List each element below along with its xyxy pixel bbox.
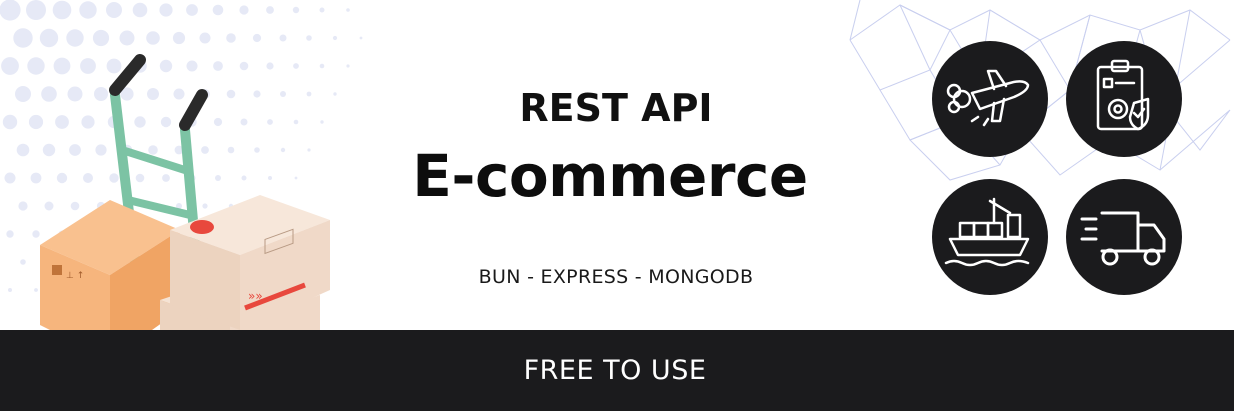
footer-label: FREE TO USE: [523, 355, 707, 386]
delivery-truck-icon: [1066, 179, 1182, 295]
footer-bar: FREE TO USE: [0, 330, 1234, 411]
tech-stack-label: BUN - EXPRESS - MONGODB: [478, 266, 754, 288]
svg-text:»»: »»: [248, 289, 263, 303]
page-subtitle: REST API: [519, 86, 713, 130]
page-title: E-commerce: [412, 142, 808, 210]
checklist-gear-icon: [1066, 41, 1182, 157]
svg-text:⊥ ↑: ⊥ ↑: [66, 271, 84, 281]
airplane-icon: [932, 41, 1048, 157]
banner: ⊥ ↑ »» »» REST API E-commerce BUN - EXPR…: [0, 0, 1234, 411]
cargo-ship-icon: [932, 179, 1048, 295]
